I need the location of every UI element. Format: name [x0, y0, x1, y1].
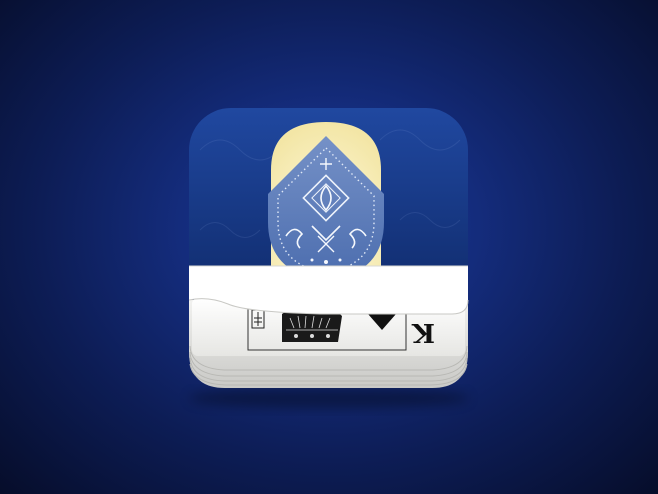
- icon-shadow: [189, 388, 469, 408]
- card-rank-label: K: [411, 317, 435, 347]
- king-figure: [282, 310, 342, 342]
- playing-cards-app-icon: K: [188, 108, 469, 408]
- app-icon-scene: K: [0, 0, 658, 494]
